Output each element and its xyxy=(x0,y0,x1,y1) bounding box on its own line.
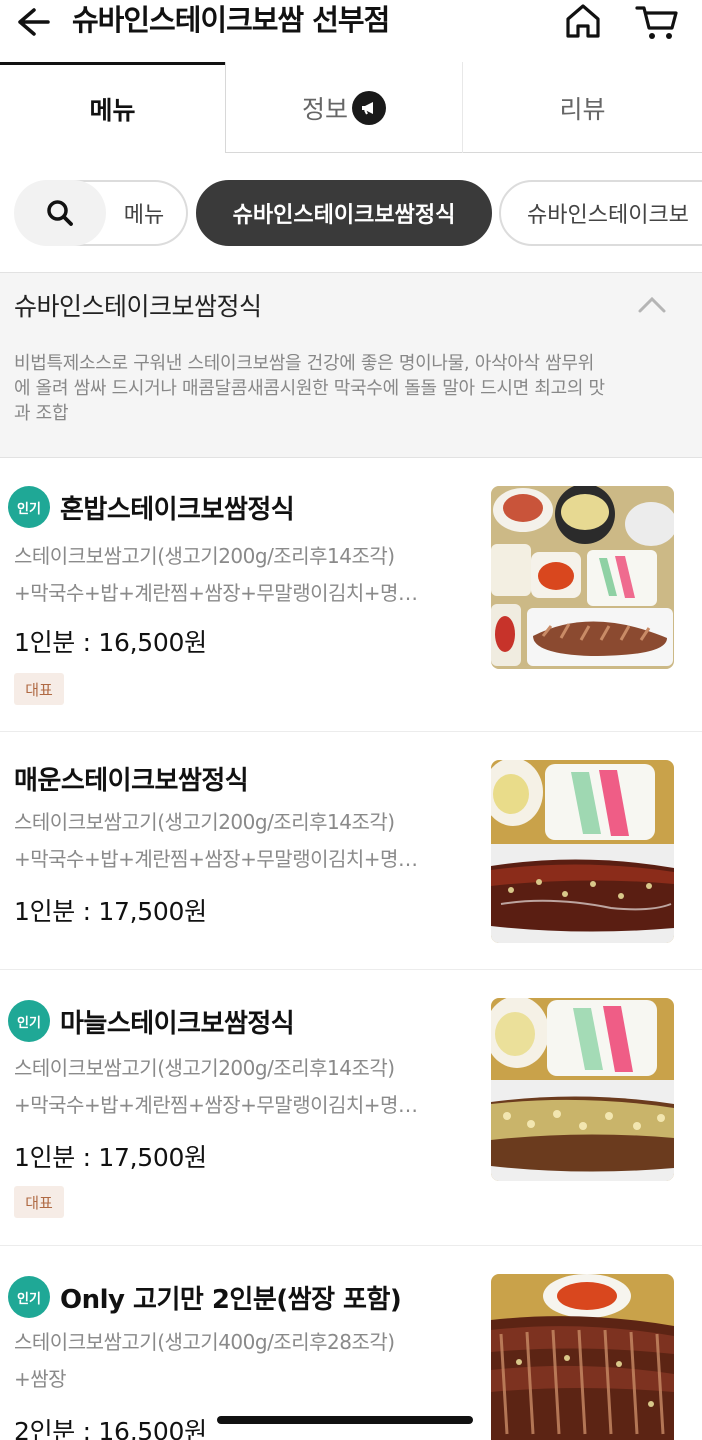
category-desc-line: 과 조합 xyxy=(14,403,69,424)
item-desc-line: +쌈장 xyxy=(14,1367,67,1391)
item-desc-line: +막국수+밥+계란찜+쌈장+무말랭이김치+명… xyxy=(14,581,418,605)
representative-badge: 대표 xyxy=(14,1186,64,1218)
category-title: 슈바인스테이크보쌈정식 xyxy=(14,292,262,321)
menu-item-photo xyxy=(491,760,674,943)
item-name: Only 고기만 2인분(쌈장 포함) xyxy=(60,1284,402,1315)
item-name: 혼밥스테이크보쌈정식 xyxy=(60,494,295,525)
menu-item[interactable]: 인기 혼밥스테이크보쌈정식 스테이크보쌈고기(생고기200g/조리후14조각) … xyxy=(0,458,702,732)
category-section: 슈바인스테이크보쌈정식 비법특제소스로 구워낸 스테이크보쌈을 건강에 좋은 명… xyxy=(0,272,702,458)
menu-item-photo xyxy=(491,998,674,1181)
app-header: 슈바인스테이크보쌈 선부점 xyxy=(0,0,702,62)
item-description: 스테이크보쌈고기(생고기200g/조리후14조각) +막국수+밥+계란찜+쌈장+… xyxy=(14,1050,474,1124)
tab-menu-label: 메뉴 xyxy=(89,96,136,125)
tab-menu[interactable]: 메뉴 xyxy=(0,62,225,153)
item-price: 1인분 : 17,500원 xyxy=(14,897,207,926)
popular-badge: 인기 xyxy=(8,1000,50,1042)
popular-badge: 인기 xyxy=(8,1276,50,1318)
category-desc-line: 비법특제소스로 구워낸 스테이크보쌈을 건강에 좋은 명이나물, 아삭아삭 쌈무… xyxy=(14,353,594,374)
menu-item[interactable]: 인기 마늘스테이크보쌈정식 스테이크보쌈고기(생고기200g/조리후14조각) … xyxy=(0,970,702,1246)
menu-item[interactable]: 매운스테이크보쌈정식 스테이크보쌈고기(생고기200g/조리후14조각) +막국… xyxy=(0,732,702,970)
item-desc-line: 스테이크보쌈고기(생고기200g/조리후14조각) xyxy=(14,810,395,834)
menu-item-photo xyxy=(491,486,674,669)
home-indicator xyxy=(217,1416,473,1424)
category-description: 비법특제소스로 구워낸 스테이크보쌈을 건강에 좋은 명이나물, 아삭아삭 쌈무… xyxy=(14,351,688,426)
item-desc-line: +막국수+밥+계란찜+쌈장+무말랭이김치+명… xyxy=(14,847,418,871)
item-name-row: 매운스테이크보쌈정식 xyxy=(14,760,249,797)
popular-badge: 인기 xyxy=(8,486,50,528)
item-desc-line: 스테이크보쌈고기(생고기400g/조리후28조각) xyxy=(14,1330,395,1354)
item-description: 스테이크보쌈고기(생고기200g/조리후14조각) +막국수+밥+계란찜+쌈장+… xyxy=(14,538,474,612)
tab-review[interactable]: 리뷰 xyxy=(463,62,702,153)
tab-info[interactable]: 정보 xyxy=(225,62,463,153)
item-name-row: 인기 Only 고기만 2인분(쌈장 포함) xyxy=(8,1276,402,1318)
category-chip-bar: 메뉴 슈바인스테이크보쌈정식 슈바인스테이크보 xyxy=(0,180,702,246)
item-name-row: 인기 마늘스테이크보쌈정식 xyxy=(8,1000,295,1042)
item-desc-line: 스테이크보쌈고기(생고기200g/조리후14조각) xyxy=(14,544,395,568)
item-price: 1인분 : 17,500원 xyxy=(14,1143,207,1172)
tab-review-label: 리뷰 xyxy=(559,94,606,124)
representative-badge: 대표 xyxy=(14,673,64,705)
chip-steak-bossam-set[interactable]: 슈바인스테이크보쌈정식 xyxy=(196,180,492,246)
item-price: 2인분 : 16,500원 xyxy=(14,1417,207,1440)
store-title: 슈바인스테이크보쌈 선부점 xyxy=(72,3,390,37)
item-price: 1인분 : 16,500원 xyxy=(14,628,207,657)
cart-icon[interactable] xyxy=(634,2,680,42)
menu-item[interactable]: 인기 Only 고기만 2인분(쌈장 포함) 스테이크보쌈고기(생고기400g/… xyxy=(0,1246,702,1440)
chip-steak-bossam[interactable]: 슈바인스테이크보 xyxy=(499,180,702,246)
item-desc-line: 스테이크보쌈고기(생고기200g/조리후14조각) xyxy=(14,1056,395,1080)
category-desc-line: 에 올려 쌈싸 드시거나 매콤달콤새콤시원한 막국수에 돌돌 말아 드시면 최고… xyxy=(14,378,605,399)
item-description: 스테이크보쌈고기(생고기200g/조리후14조각) +막국수+밥+계란찜+쌈장+… xyxy=(14,804,474,878)
megaphone-icon xyxy=(352,90,386,125)
search-icon xyxy=(47,200,73,226)
item-description: 스테이크보쌈고기(생고기400g/조리후28조각) +쌈장 xyxy=(14,1324,474,1398)
item-name-row: 인기 혼밥스테이크보쌈정식 xyxy=(8,486,295,528)
item-name: 매운스테이크보쌈정식 xyxy=(14,766,249,796)
store-tabs: 메뉴 정보 리뷰 xyxy=(0,62,702,153)
chevron-up-icon[interactable] xyxy=(636,293,668,317)
menu-search-button[interactable] xyxy=(14,180,106,246)
item-name: 마늘스테이크보쌈정식 xyxy=(60,1008,295,1039)
menu-item-photo xyxy=(491,1274,674,1440)
home-icon[interactable] xyxy=(563,2,603,40)
item-desc-line: +막국수+밥+계란찜+쌈장+무말랭이김치+명… xyxy=(14,1093,418,1117)
back-arrow-icon[interactable] xyxy=(12,4,52,40)
tab-info-label: 정보 xyxy=(301,94,348,124)
